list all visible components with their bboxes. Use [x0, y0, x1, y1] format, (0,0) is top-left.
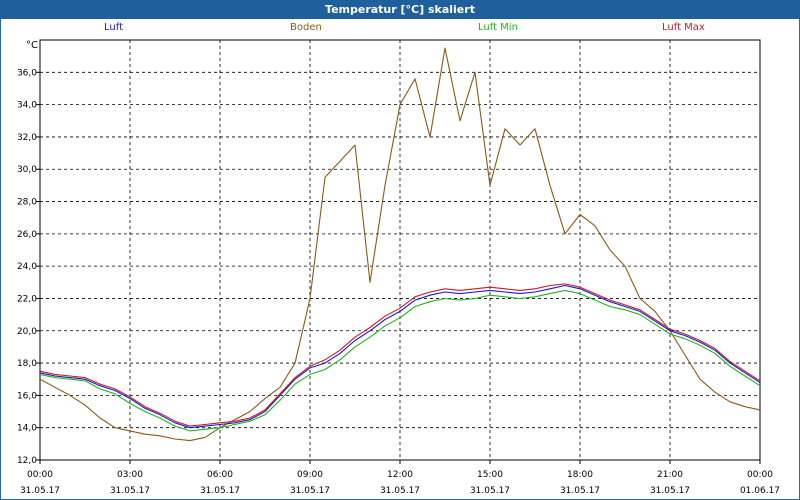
x-tick-time-label: 21:00: [657, 470, 683, 480]
y-tick-label: 16,0: [17, 391, 37, 401]
y-tick-label: 34,0: [17, 101, 37, 111]
x-tick-date-label: 31.05.17: [650, 486, 690, 496]
x-tick-date-label: 31.05.17: [380, 486, 420, 496]
x-tick-date-label: 31.05.17: [560, 486, 600, 496]
temperature-chart: 12,0 14,0 16,0 18,0 20,0 22,0 24,0 26,0 28,0 30,0…: [17, 39, 780, 496]
x-tick-time-label: 15:00: [477, 470, 503, 480]
y-tick-label: 26,0: [17, 230, 37, 240]
y-tick-label: 28,0: [17, 198, 37, 208]
y-tick-label: 12,0: [17, 456, 37, 466]
x-tick-time-label: 00:00: [747, 470, 773, 480]
x-tick-date-label: 31.05.17: [200, 486, 240, 496]
y-tick-label: 30,0: [17, 165, 37, 175]
y-tick-label: 22,0: [17, 294, 37, 304]
x-tick-date-label: 31.05.17: [470, 486, 510, 496]
x-tick-time-label: 12:00: [387, 470, 413, 480]
x-tick-time-label: 00:00: [27, 470, 53, 480]
x-tick-date-label: 31.05.17: [290, 486, 330, 496]
x-tick-date-label: 31.05.17: [20, 486, 60, 496]
y-tick-label: 36,0: [17, 68, 37, 78]
x-tick-time-label: 03:00: [117, 470, 143, 480]
y-tick-label: 20,0: [17, 327, 37, 337]
x-tick-date-label: 01.06.17: [740, 486, 780, 496]
y-tick-label: 14,0: [17, 424, 37, 434]
x-tick-time-label: 06:00: [207, 470, 233, 480]
x-tick-time-label: 09:00: [297, 470, 323, 480]
y-tick-label: 18,0: [17, 359, 37, 369]
x-tick-time-label: 18:00: [567, 470, 593, 480]
y-tick-label: 24,0: [17, 262, 37, 272]
y-tick-label: 32,0: [17, 133, 37, 143]
x-tick-date-label: 31.05.17: [110, 486, 150, 496]
